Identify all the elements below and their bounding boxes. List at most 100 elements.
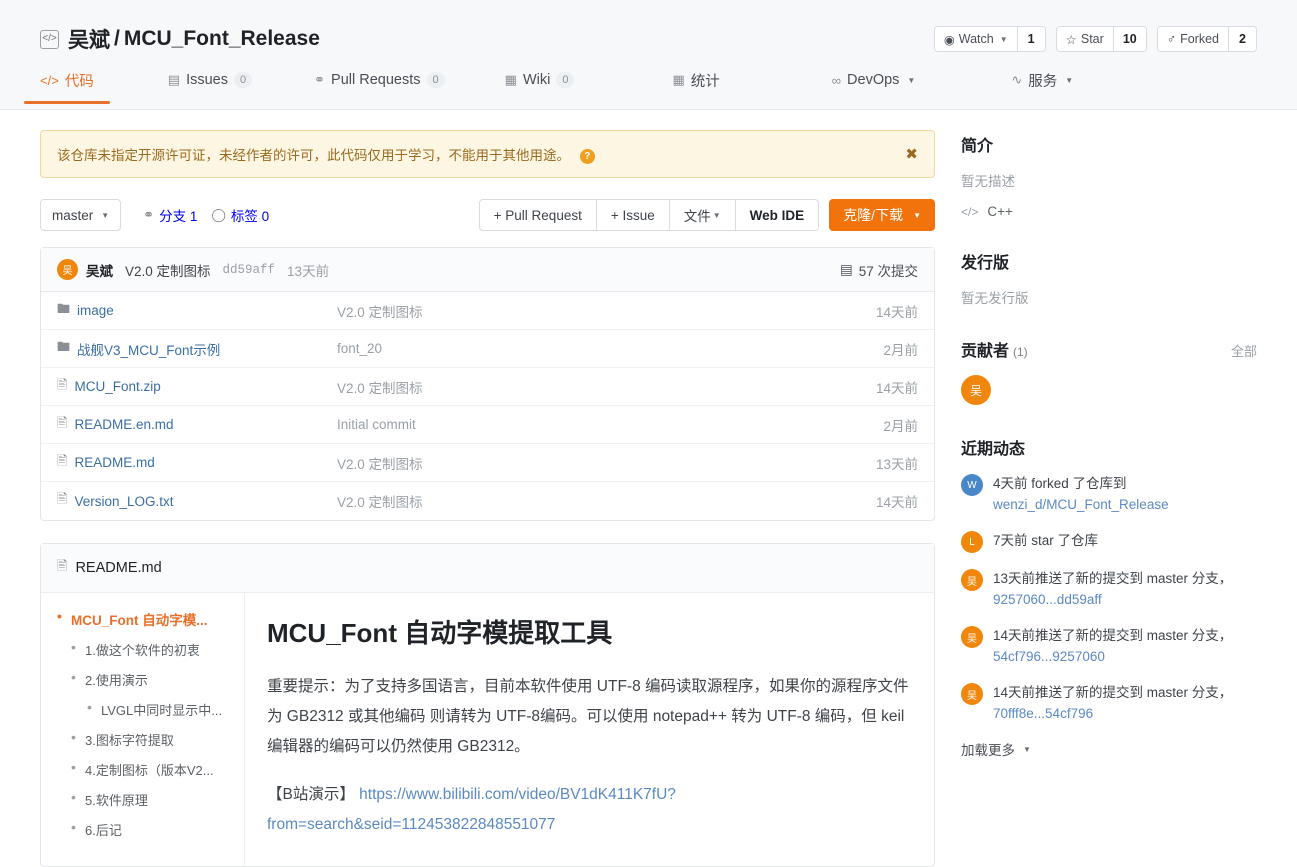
star-button-group[interactable]: ☆ Star 10	[1055, 26, 1147, 52]
file-link[interactable]: README.md	[74, 455, 154, 470]
repo-name-link[interactable]: MCU_Font_Release	[124, 27, 320, 51]
commit-message[interactable]: V2.0 定制图标	[125, 260, 211, 280]
new-issue-button[interactable]: + Issue	[595, 199, 670, 231]
table-row[interactable]: 🖹 README.md V2.0 定制图标 13天前	[41, 444, 934, 482]
activity-time: 14天前	[993, 685, 1036, 700]
file-link[interactable]: image	[77, 303, 114, 318]
clone-download-label: 克隆/下载	[843, 207, 904, 223]
file-commit-message: V2.0 定制图标	[337, 380, 423, 396]
table-row[interactable]: 🖹 MCU_Font.zip V2.0 定制图标 14天前	[41, 368, 934, 406]
file-link[interactable]: 战舰V3_MCU_Font示例	[77, 339, 220, 359]
help-icon[interactable]: ?	[579, 148, 595, 164]
file-name-cell: 🖿 image	[57, 300, 337, 322]
contributors-section: 贡献者 (1) 全部 吴	[961, 337, 1257, 405]
avatar[interactable]: W	[961, 474, 983, 496]
file-icon: 🖹	[57, 558, 68, 573]
star-button[interactable]: ☆ Star	[1056, 27, 1113, 51]
star-icon: ☆	[1065, 32, 1077, 47]
table-row[interactable]: 🖿 战舰V3_MCU_Font示例 font_20 2月前	[41, 330, 934, 368]
table-row[interactable]: 🖹 Version_LOG.txt V2.0 定制图标 14天前	[41, 482, 934, 520]
avatar[interactable]: 吴	[961, 375, 991, 405]
table-row[interactable]: 🖹 README.en.md Initial commit 2月前	[41, 406, 934, 444]
tab-stats[interactable]: ▦ 统计	[672, 70, 719, 103]
repo-owner-link[interactable]: 吴斌	[68, 24, 110, 54]
readme-filename: README.md	[75, 560, 162, 576]
files-menu-button[interactable]: 文件 ▼	[668, 199, 736, 231]
activity-action: 推送了新的提交到 master 分支，	[1035, 571, 1233, 586]
activity-link[interactable]: 54cf796...9257060	[993, 649, 1105, 664]
fork-button[interactable]: ♂ Forked	[1157, 27, 1228, 51]
web-ide-button[interactable]: Web IDE	[734, 199, 820, 231]
release-title: 发行版	[961, 255, 1010, 272]
file-link[interactable]: README.en.md	[74, 417, 173, 432]
toc-item[interactable]: 5.软件原理	[55, 790, 234, 809]
sidebar: 简介 暂无描述 </> C++ 发行版 暂无发行版 贡献者 (1) 全部 吴 近期…	[961, 110, 1257, 867]
chevron-down-icon: ▼	[101, 210, 110, 220]
tab-code[interactable]: </> 代码	[24, 70, 110, 104]
avatar[interactable]: 吴	[961, 626, 983, 648]
activity-text: 14天前推送了新的提交到 master 分支， 54cf796...9257060	[993, 625, 1257, 667]
close-icon[interactable]: ✖	[905, 145, 918, 163]
readme-bilibili-line: 【B站演示】 https://www.bilibili.com/video/BV…	[267, 780, 912, 840]
chevron-down-icon[interactable]: ▼	[1065, 76, 1073, 85]
tab-devops[interactable]: ∞ DevOps ▼	[832, 72, 916, 100]
avatar: 吴	[57, 259, 78, 280]
avatar[interactable]: 吴	[961, 683, 983, 705]
fork-button-group[interactable]: ♂ Forked 2	[1156, 26, 1257, 52]
tab-wiki[interactable]: ▦ Wiki 0	[505, 72, 575, 100]
toc-item[interactable]: LVGL中同时显示中...	[55, 700, 234, 719]
activity-section: 近期动态 W 4天前 forked 了仓库到 wenzi_d/MCU_Font_…	[961, 435, 1257, 759]
avatar[interactable]: L	[961, 531, 983, 553]
file-commit-message: font_20	[337, 341, 383, 356]
repo-title-row: </> 吴斌 / MCU_Font_Release ◉ Watch ▼ 1 ☆ …	[0, 0, 1297, 54]
commits-count-link[interactable]: ▤ 57 次提交	[840, 260, 918, 280]
tab-pull-requests-label: Pull Requests	[331, 72, 421, 88]
activity-text: 7天前 star 了仓库	[993, 530, 1098, 551]
pulse-icon: ∿	[1011, 72, 1023, 87]
chevron-down-icon[interactable]: ▼	[1000, 35, 1008, 44]
commit-sha[interactable]: dd59aff	[223, 263, 276, 277]
file-link[interactable]: Version_LOG.txt	[74, 494, 173, 509]
commit-author[interactable]: 吴斌	[86, 260, 113, 280]
activity-link[interactable]: 9257060...dd59aff	[993, 592, 1102, 607]
branches-label: 分支 1	[159, 209, 198, 224]
toc-item[interactable]: 3.图标字符提取	[55, 730, 234, 749]
toc-item[interactable]: 1.做这个软件的初衷	[55, 640, 234, 659]
toc-item[interactable]: 2.使用演示	[55, 670, 234, 689]
avatar[interactable]: 吴	[961, 569, 983, 591]
tab-services[interactable]: ∿ 服务 ▼	[1011, 70, 1073, 103]
activity-time: 13天前	[993, 571, 1036, 586]
toc-item[interactable]: 4.定制图标（版本V2...	[55, 760, 234, 779]
chevron-down-icon[interactable]: ▼	[907, 76, 915, 85]
tab-wiki-badge: 0	[556, 72, 575, 88]
toc-item[interactable]: MCU_Font 自动字模...	[55, 609, 234, 629]
repo-separator: /	[114, 27, 120, 50]
new-pull-request-button[interactable]: + Pull Request	[478, 199, 597, 231]
file-icon: 🖹	[57, 376, 68, 392]
clone-download-button[interactable]: 克隆/下载 ▼	[829, 199, 935, 231]
license-alert: 该仓库未指定开源许可证，未经作者的许可，此代码仅用于学习，不能用于其他用途。 ?…	[40, 130, 935, 178]
tab-wiki-label: Wiki	[522, 72, 551, 88]
tags-link[interactable]: ◯ 标签 0	[211, 205, 269, 225]
activity-link[interactable]: wenzi_d/MCU_Font_Release	[993, 497, 1169, 512]
issue-icon: ▤	[167, 72, 181, 87]
table-row[interactable]: 🖿 image V2.0 定制图标 14天前	[41, 292, 934, 330]
branches-link[interactable]: ⚭ 分支 1	[143, 205, 197, 225]
list-item: 吴 14天前推送了新的提交到 master 分支， 70fff8e...54cf7…	[961, 682, 1257, 724]
language-row[interactable]: </> C++	[961, 204, 1257, 219]
star-count: 10	[1112, 27, 1146, 51]
load-more-button[interactable]: 加载更多 ▼	[961, 739, 1031, 759]
repo-meta-links: ⚭ 分支 1 ◯ 标签 0	[143, 205, 269, 225]
activity-time: 4天前	[993, 476, 1028, 491]
file-link[interactable]: MCU_Font.zip	[74, 379, 160, 394]
tab-pull-requests[interactable]: ⚭ Pull Requests 0	[314, 72, 445, 100]
contributors-all-link[interactable]: 全部	[1231, 341, 1257, 360]
watch-button[interactable]: ◉ Watch ▼	[934, 27, 1017, 51]
contributors-header: 贡献者 (1) 全部	[961, 337, 1257, 361]
toc-item[interactable]: 6.后记	[55, 820, 234, 839]
watch-button-group[interactable]: ◉ Watch ▼ 1	[933, 26, 1046, 52]
contributors-count: (1)	[1013, 345, 1028, 359]
branch-selector[interactable]: master ▼	[40, 199, 122, 231]
tab-issues[interactable]: ▤ Issues 0	[167, 72, 253, 100]
activity-link[interactable]: 70fff8e...54cf796	[993, 706, 1093, 721]
